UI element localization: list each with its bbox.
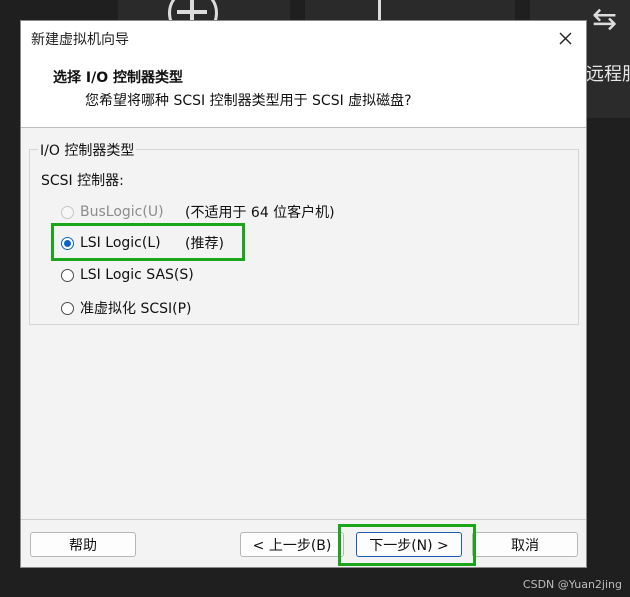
- scsi-controller-label: SCSI 控制器:: [41, 173, 124, 189]
- wizard-header: 选择 I/O 控制器类型 您希望将哪种 SCSI 控制器类型用于 SCSI 虚拟…: [21, 55, 586, 128]
- option-note: (不适用于 64 位客户机): [185, 205, 335, 221]
- new-vm-wizard-dialog: 新建虚拟机向导 选择 I/O 控制器类型 您希望将哪种 SCSI 控制器类型用于…: [20, 20, 587, 568]
- arrows-icon: ⇆: [592, 2, 618, 37]
- help-button[interactable]: 帮助: [30, 532, 136, 557]
- radio-circle[interactable]: [61, 205, 74, 219]
- option-label: BusLogic(U): [80, 204, 164, 220]
- close-button[interactable]: [544, 21, 586, 55]
- page-title: 选择 I/O 控制器类型: [53, 70, 183, 86]
- close-icon: [559, 32, 571, 44]
- radio-circle[interactable]: [61, 301, 74, 315]
- option-label: LSI Logic(L): [80, 235, 161, 251]
- page-subtitle: 您希望将哪种 SCSI 控制器类型用于 SCSI 虚拟磁盘?: [85, 93, 412, 109]
- back-button[interactable]: < 上一步(B): [240, 532, 344, 557]
- radio-circle[interactable]: [61, 268, 74, 282]
- radio-circle[interactable]: [61, 236, 74, 250]
- radio-lsi-logic[interactable]: LSI Logic(L): [61, 235, 161, 251]
- title-bar: 新建虚拟机向导: [21, 21, 586, 55]
- radio-lsi-logic-sas[interactable]: LSI Logic SAS(S): [61, 267, 194, 283]
- radio-paravirtual-scsi[interactable]: 准虚拟化 SCSI(P): [61, 298, 192, 318]
- group-label: I/O 控制器类型: [38, 140, 137, 160]
- footer-divider: [21, 519, 586, 520]
- option-note: (推荐): [185, 236, 224, 252]
- watermark: CSDN @Yuan2jing: [522, 578, 622, 591]
- window-title: 新建虚拟机向导: [31, 32, 129, 48]
- cancel-button[interactable]: 取消: [472, 532, 578, 557]
- option-label: LSI Logic SAS(S): [80, 267, 194, 283]
- next-button[interactable]: 下一步(N) >: [356, 532, 462, 557]
- radio-buslogic[interactable]: BusLogic(U): [61, 204, 164, 220]
- option-label: 准虚拟化 SCSI(P): [80, 301, 192, 317]
- background-remote-label: 远程服: [586, 64, 630, 85]
